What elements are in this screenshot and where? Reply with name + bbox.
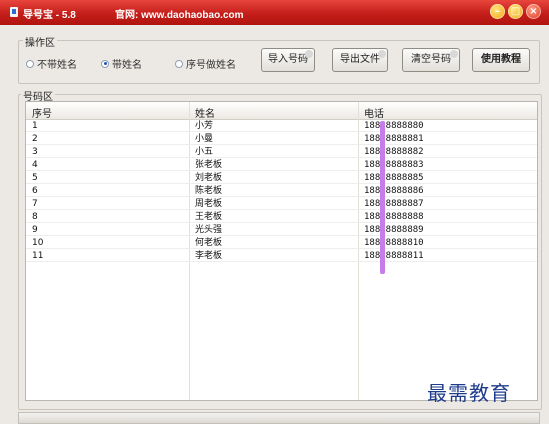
status-bar bbox=[18, 412, 540, 424]
highlight-bar bbox=[380, 121, 385, 274]
index-cell: 10 bbox=[32, 238, 44, 248]
column-header-phone[interactable]: 电话 bbox=[364, 105, 384, 120]
table-row[interactable]: 10 何老板 18888888810 bbox=[26, 238, 537, 249]
index-cell: 7 bbox=[32, 199, 38, 209]
operation-group-title: 操作区 bbox=[23, 34, 57, 49]
table-row[interactable]: 5 刘老板 18888888885 bbox=[26, 173, 537, 184]
table-row[interactable]: 8 王老板 18888888888 bbox=[26, 212, 537, 223]
app-title: 导号宝 - 5.8 bbox=[23, 10, 76, 21]
radio-no-name[interactable]: 不带姓名 bbox=[26, 56, 77, 71]
radio-with-name[interactable]: 带姓名 bbox=[101, 56, 142, 71]
index-cell: 4 bbox=[32, 160, 38, 170]
table-row[interactable]: 11 李老板 18888888811 bbox=[26, 251, 537, 262]
app-icon bbox=[10, 7, 18, 17]
close-icon[interactable]: × bbox=[526, 4, 541, 19]
numbers-table[interactable]: 序号 姓名 电话 1 小芳 18888888880 2 小曼 18888888881 3 小五… bbox=[25, 101, 538, 401]
phone-cell: 18888888811 bbox=[364, 251, 424, 261]
name-cell: 王老板 bbox=[195, 212, 223, 222]
button-label: 使用教程 bbox=[481, 54, 521, 65]
column-header-name[interactable]: 姓名 bbox=[195, 105, 215, 120]
phone-cell: 18888888887 bbox=[364, 199, 424, 209]
minimize-icon[interactable]: – bbox=[490, 4, 505, 19]
name-cell: 李老板 bbox=[195, 251, 223, 261]
phone-cell: 18888888881 bbox=[364, 134, 424, 144]
phone-cell: 18888888886 bbox=[364, 186, 424, 196]
badge-icon bbox=[305, 50, 313, 58]
radio-dot[interactable] bbox=[101, 59, 109, 68]
index-cell: 9 bbox=[32, 225, 38, 235]
table-row[interactable]: 4 张老板 18888888883 bbox=[26, 160, 537, 171]
button-label: 清空号码 bbox=[411, 54, 451, 65]
name-cell: 陈老板 bbox=[195, 186, 223, 196]
phone-cell: 18888888880 bbox=[364, 121, 424, 131]
radio-dot[interactable] bbox=[26, 59, 34, 68]
name-cell: 何老板 bbox=[195, 238, 223, 248]
column-header-index[interactable]: 序号 bbox=[32, 105, 52, 120]
button-label: 导出文件 bbox=[340, 54, 380, 65]
phone-cell: 18888888888 bbox=[364, 212, 424, 222]
table-row[interactable]: 9 光头强 18888888889 bbox=[26, 225, 537, 236]
index-cell: 6 bbox=[32, 186, 38, 196]
phone-cell: 18888888889 bbox=[364, 225, 424, 235]
table-row[interactable]: 1 小芳 18888888880 bbox=[26, 121, 537, 132]
name-cell: 小五 bbox=[195, 147, 214, 157]
name-cell: 刘老板 bbox=[195, 173, 223, 183]
badge-icon bbox=[450, 50, 458, 58]
index-cell: 3 bbox=[32, 147, 38, 157]
phone-cell: 18888888882 bbox=[364, 147, 424, 157]
phone-cell: 18888888883 bbox=[364, 160, 424, 170]
name-cell: 光头强 bbox=[195, 225, 223, 235]
button-label: 导入号码 bbox=[268, 54, 308, 65]
maximize-icon[interactable]: □ bbox=[508, 4, 523, 19]
radio-dot[interactable] bbox=[175, 59, 183, 68]
title-bar[interactable]: 导号宝 - 5.8 官网: www.daohaobao.com – □ × bbox=[0, 0, 549, 25]
name-cell: 小芳 bbox=[195, 121, 214, 131]
name-cell: 周老板 bbox=[195, 199, 223, 209]
index-cell: 8 bbox=[32, 212, 38, 222]
radio-label: 带姓名 bbox=[112, 60, 142, 71]
name-cell: 张老板 bbox=[195, 160, 223, 170]
watermark-text: 最需教育 bbox=[427, 381, 511, 405]
phone-cell: 18888888810 bbox=[364, 238, 424, 248]
table-header: 序号 姓名 电话 bbox=[26, 102, 537, 120]
table-row[interactable]: 2 小曼 18888888881 bbox=[26, 134, 537, 145]
export-file-button[interactable]: 导出文件 bbox=[332, 48, 388, 72]
tutorial-button[interactable]: 使用教程 bbox=[472, 48, 530, 72]
table-row[interactable]: 6 陈老板 18888888886 bbox=[26, 186, 537, 197]
radio-label: 序号做姓名 bbox=[186, 60, 236, 71]
website-label[interactable]: 官网: www.daohaobao.com bbox=[115, 6, 244, 21]
index-cell: 11 bbox=[32, 251, 44, 261]
radio-label: 不带姓名 bbox=[37, 60, 77, 71]
import-numbers-button[interactable]: 导入号码 bbox=[261, 48, 315, 72]
radio-index-as-name[interactable]: 序号做姓名 bbox=[175, 56, 236, 71]
phone-cell: 18888888885 bbox=[364, 173, 424, 183]
index-cell: 1 bbox=[32, 121, 38, 131]
index-cell: 2 bbox=[32, 134, 38, 144]
badge-icon bbox=[378, 50, 386, 58]
table-row[interactable]: 3 小五 18888888882 bbox=[26, 147, 537, 158]
name-cell: 小曼 bbox=[195, 134, 214, 144]
clear-numbers-button[interactable]: 清空号码 bbox=[402, 48, 460, 72]
index-cell: 5 bbox=[32, 173, 38, 183]
table-row[interactable]: 7 周老板 18888888887 bbox=[26, 199, 537, 210]
